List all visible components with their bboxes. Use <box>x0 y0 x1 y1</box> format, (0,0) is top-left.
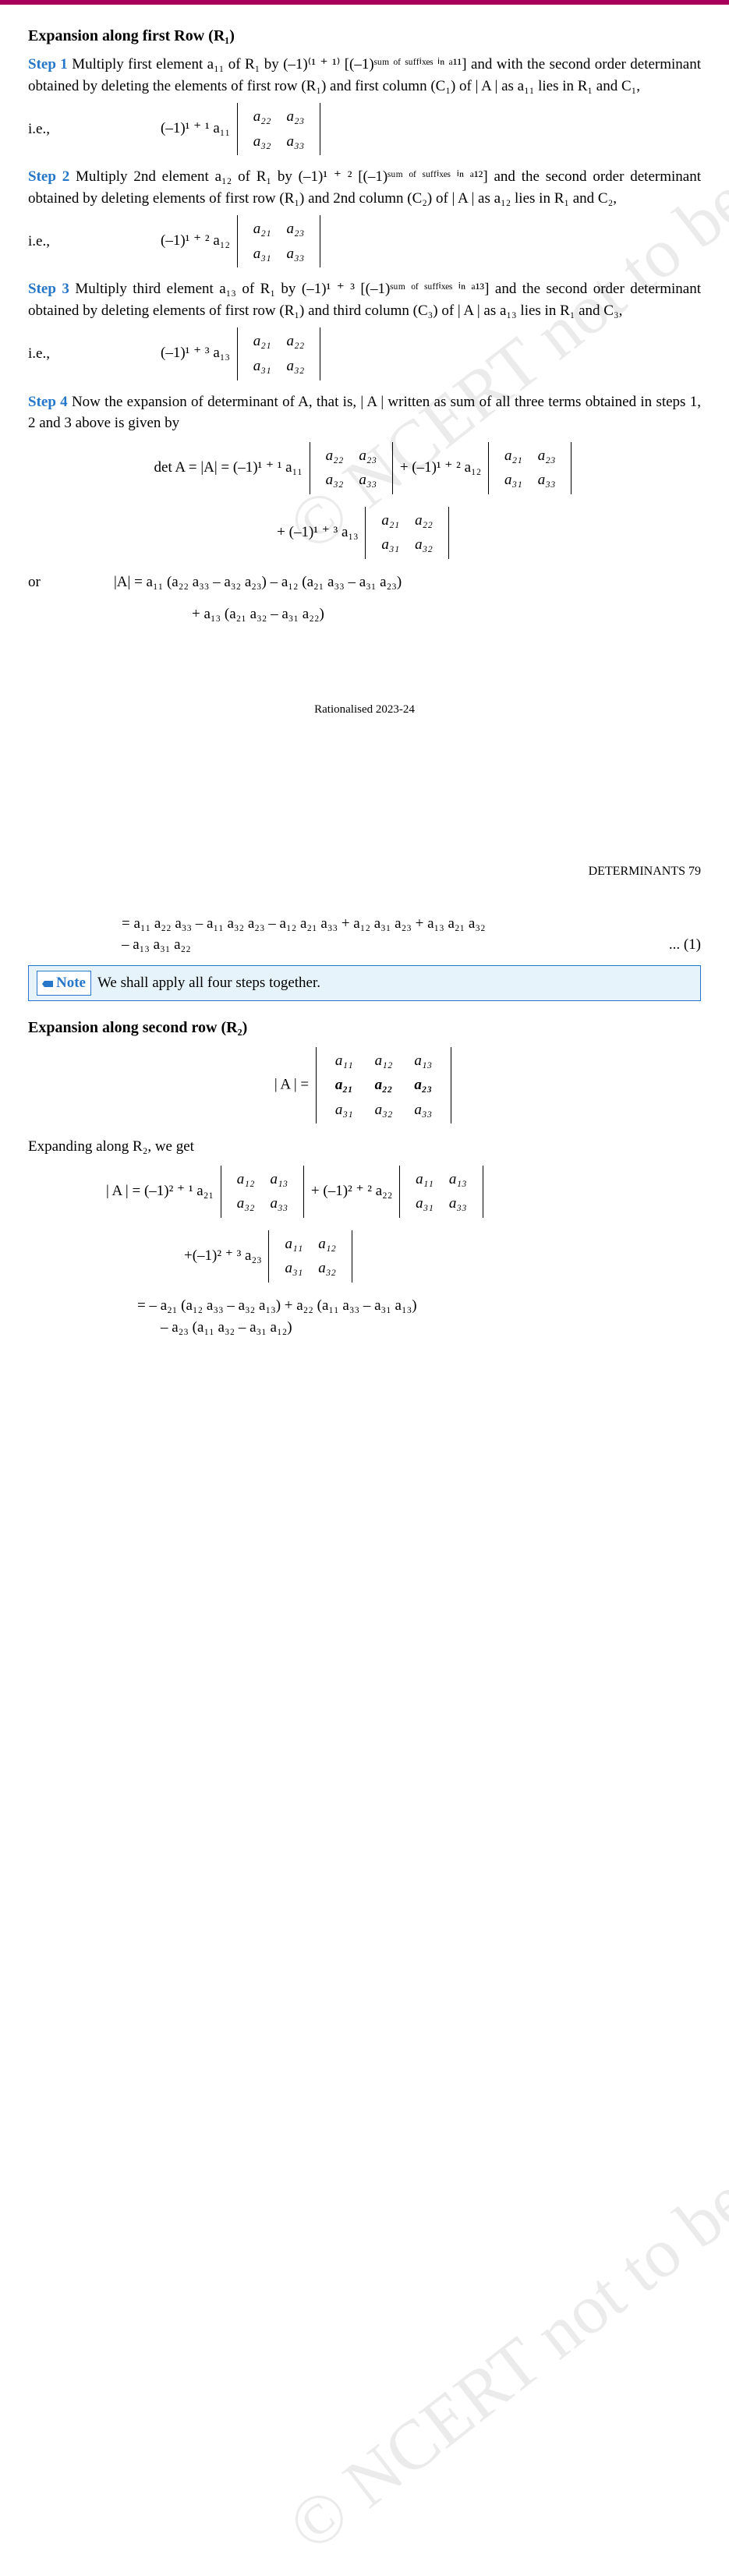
r2-expansion-line1: | A | = (–1)² ⁺ ¹ a₂₁ a₁₂a₁₃ a₃₂a₃₃ + (–… <box>106 1166 701 1218</box>
r2-expansion-result1: = – a₂₁ (a₁₂ a₃₃ – a₃₂ a₁₃) + a₂₂ (a₁₁ a… <box>137 1295 701 1317</box>
step3-prefix: (–1)¹ ⁺ ³ a₁₃ <box>161 345 230 361</box>
watermark: © NCERT not to be republished <box>267 1940 729 2576</box>
r2-expansion-line2: +(–1)² ⁺ ³ a₂₃ a₁₁a₁₂ a₃₁a₃₂ <box>184 1230 701 1283</box>
page-content: © NCERT not to be republished Expansion … <box>0 5 729 656</box>
matA-lhs: | A | = <box>274 1076 309 1092</box>
step2-label: Step 2 <box>28 168 69 185</box>
expansion-line1: |A| = a₁₁ (a₂₂ a₃₃ – a₃₂ a₂₃) – a₁₂ (a₂₁… <box>114 574 402 590</box>
det-2x2: a₁₂a₁₃ a₃₂a₃₃ <box>221 1166 304 1218</box>
or-label: or <box>28 571 83 593</box>
pen-icon <box>42 972 53 994</box>
continuation-line1: = a₁₁ a₂₂ a₃₃ – a₁₁ a₃₂ a₂₃ – a₁₂ a₂₁ a₃… <box>122 913 701 935</box>
det-2x2: a₂₁a₂₂ a₃₁a₃₂ <box>365 507 448 559</box>
step4-text: Now the expansion of determinant of A, t… <box>28 394 701 432</box>
or-expansion: or |A| = a₁₁ (a₂₂ a₃₃ – a₃₂ a₂₃) – a₁₂ (… <box>28 571 701 593</box>
step3-label: Step 3 <box>28 281 69 297</box>
matrix-A: | A | = a₁₁a₁₂a₁₃ a₂₁a₂₂a₂₃ a₃₁a₃₂a₃₃ <box>28 1047 701 1124</box>
det-2x2: a₂₁a₂₃ a₃₁a₃₃ <box>488 442 572 494</box>
ie-label: i.e., <box>28 343 83 365</box>
expanding-text: Expanding along R₂, we get <box>28 1136 701 1158</box>
det-expansion-line2: + (–1)¹ ⁺ ³ a₁₃ a₂₁a₂₂ a₃₁a₃₂ <box>28 507 701 559</box>
continuation-line2: – a₁₃ a₃₁ a₂₂ ... (1) <box>122 934 701 956</box>
footer-rationalised: Rationalised 2023-24 <box>0 656 729 857</box>
equation-step2: i.e., (–1)¹ ⁺ ² a₁₂ a₂₁a₂₃ a₃₁a₃₃ <box>28 215 701 267</box>
det-2x2: a₂₂a₂₃ a₃₂a₃₃ <box>237 103 320 155</box>
det-eq-lhs: det A = |A| = (–1)¹ ⁺ ¹ a₁₁ <box>154 459 303 476</box>
step1-text: Multiply first element a₁₁ of R₁ by (–1)… <box>28 56 701 94</box>
det-2x2: a₂₁a₂₃ a₃₁a₃₃ <box>237 215 320 267</box>
r2-eq-plus3: +(–1)² ⁺ ³ a₂₃ <box>184 1247 262 1264</box>
r2-eq-lhs: | A | = (–1)² ⁺ ¹ a₂₁ <box>106 1183 214 1199</box>
step1-paragraph: Step 1 Multiply first element a₁₁ of R₁ … <box>28 54 701 97</box>
det-2x2: a₂₂a₂₃ a₃₂a₃₃ <box>310 442 393 494</box>
step4-label: Step 4 <box>28 394 68 410</box>
expansion-line2: + a₁₃ (a₂₁ a₃₂ – a₃₁ a₂₂) <box>192 603 701 625</box>
step3-paragraph: Step 3 Multiply third element a₁₃ of R₁ … <box>28 278 701 321</box>
ie-label: i.e., <box>28 231 83 253</box>
note-box: Note We shall apply all four steps toget… <box>28 965 701 1001</box>
step4-paragraph: Step 4 Now the expansion of determinant … <box>28 391 701 434</box>
step2-text: Multiply 2nd element a₁₂ of R₁ by (–1)¹ … <box>28 168 701 207</box>
section-heading-r2: Expansion along second row (R₂) <box>28 1017 701 1039</box>
step3-text: Multiply third element a₁₃ of R₁ by (–1)… <box>28 281 701 319</box>
det-2x2: a₂₁a₂₂ a₃₁a₃₂ <box>237 327 320 380</box>
det-expansion-line1: det A = |A| = (–1)¹ ⁺ ¹ a₁₁ a₂₂a₂₃ a₃₂a₃… <box>28 442 701 494</box>
r2-eq-mid: + (–1)² ⁺ ² a₂₂ <box>311 1183 392 1199</box>
r2-expansion-result2: – a₂₃ (a₁₁ a₃₂ – a₃₁ a₁₂) <box>161 1317 701 1339</box>
det-eq-mid: + (–1)¹ ⁺ ² a₁₂ <box>400 459 481 476</box>
note-text: We shall apply all four steps together. <box>97 972 320 994</box>
equation-number: ... (1) <box>669 934 701 956</box>
page-content-2: © NCERT not to be republished = a₁₁ a₂₂ … <box>0 897 729 1369</box>
note-label: Note <box>37 971 91 996</box>
ie-label: i.e., <box>28 119 83 140</box>
step1-prefix: (–1)¹ ⁺ ¹ a₁₁ <box>161 120 230 136</box>
det-3x3: a₁₁a₁₂a₁₃ a₂₁a₂₂a₂₃ a₃₁a₃₂a₃₃ <box>316 1047 451 1124</box>
step2-prefix: (–1)¹ ⁺ ² a₁₂ <box>161 232 230 249</box>
det-2x2: a₁₁a₁₃ a₃₁a₃₃ <box>399 1166 483 1218</box>
page-header: DETERMINANTS 79 <box>0 857 729 897</box>
step2-paragraph: Step 2 Multiply 2nd element a₁₂ of R₁ by… <box>28 166 701 209</box>
det-eq-plus3: + (–1)¹ ⁺ ³ a₁₃ <box>277 524 358 540</box>
equation-step3: i.e., (–1)¹ ⁺ ³ a₁₃ a₂₁a₂₂ a₃₁a₃₂ <box>28 327 701 380</box>
section-heading-r1: Expansion along first Row (R₁) <box>28 25 701 48</box>
equation-step1: i.e., (–1)¹ ⁺ ¹ a₁₁ a₂₂a₂₃ a₃₂a₃₃ <box>28 103 701 155</box>
det-2x2: a₁₁a₁₂ a₃₁a₃₂ <box>268 1230 352 1283</box>
step1-label: Step 1 <box>28 56 68 73</box>
